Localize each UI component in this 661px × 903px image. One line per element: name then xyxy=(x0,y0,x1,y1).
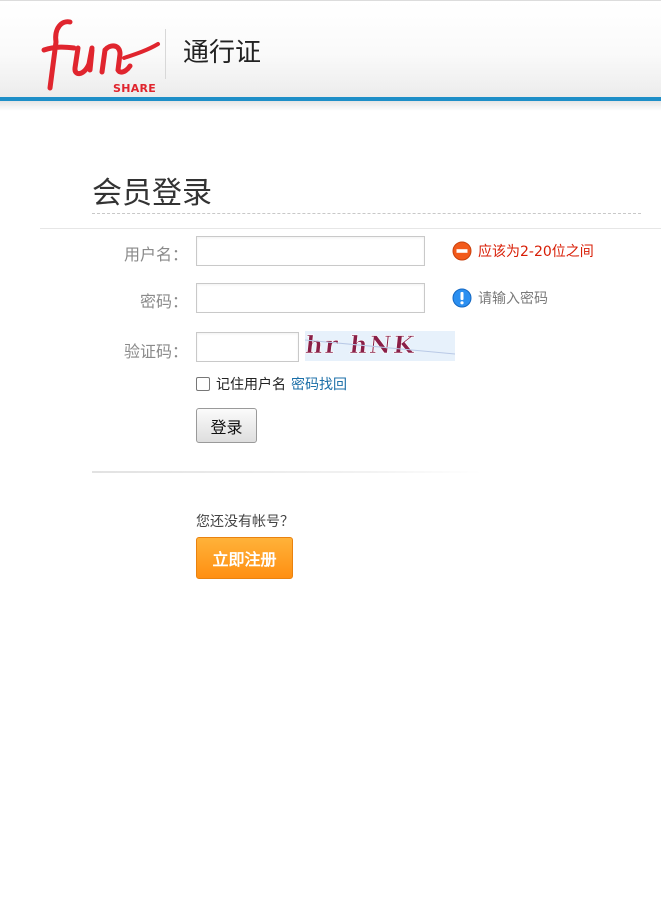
minus-circle-icon xyxy=(452,241,472,261)
title-dashed-divider xyxy=(92,213,641,214)
page-title: 会员登录 xyxy=(92,176,212,211)
username-input[interactable] xyxy=(196,236,425,266)
captcha-label: 验证码： xyxy=(123,342,188,361)
captcha-graphic: hr hNK xyxy=(304,330,456,359)
password-hint-text: 请输入密码 xyxy=(478,291,548,307)
forgot-password-link[interactable]: 密码找回 xyxy=(291,374,347,394)
password-label: 密码： xyxy=(139,292,188,311)
no-account-prompt: 您还没有帐号？ xyxy=(196,514,294,530)
captcha-input[interactable] xyxy=(196,332,299,362)
login-button[interactable]: 登录 xyxy=(196,408,257,443)
remember-row: 记住用户名 密码找回 xyxy=(196,374,347,394)
username-error-text: 应该为2-20位之间 xyxy=(478,244,594,260)
remember-label[interactable]: 记住用户名 xyxy=(216,374,286,394)
header-divider xyxy=(165,29,166,79)
section-divider xyxy=(92,471,482,473)
header-title: 通行证 xyxy=(183,38,262,68)
fun-logo-icon xyxy=(41,19,160,91)
register-button[interactable]: 立即注册 xyxy=(196,537,293,579)
logo-share-text: SHARE xyxy=(113,82,157,95)
password-hint-message: 请输入密码 xyxy=(452,288,548,308)
password-input[interactable] xyxy=(196,283,425,313)
username-error-message: 应该为2-20位之间 xyxy=(452,241,594,261)
remember-checkbox[interactable] xyxy=(196,377,210,391)
title-divider xyxy=(40,228,661,229)
username-label: 用户名： xyxy=(123,245,188,264)
fun-share-logo[interactable]: SHARE xyxy=(40,14,166,95)
header-shadow xyxy=(0,101,661,111)
captcha-image[interactable]: hr hNK xyxy=(304,330,456,361)
exclamation-circle-icon xyxy=(452,288,472,308)
